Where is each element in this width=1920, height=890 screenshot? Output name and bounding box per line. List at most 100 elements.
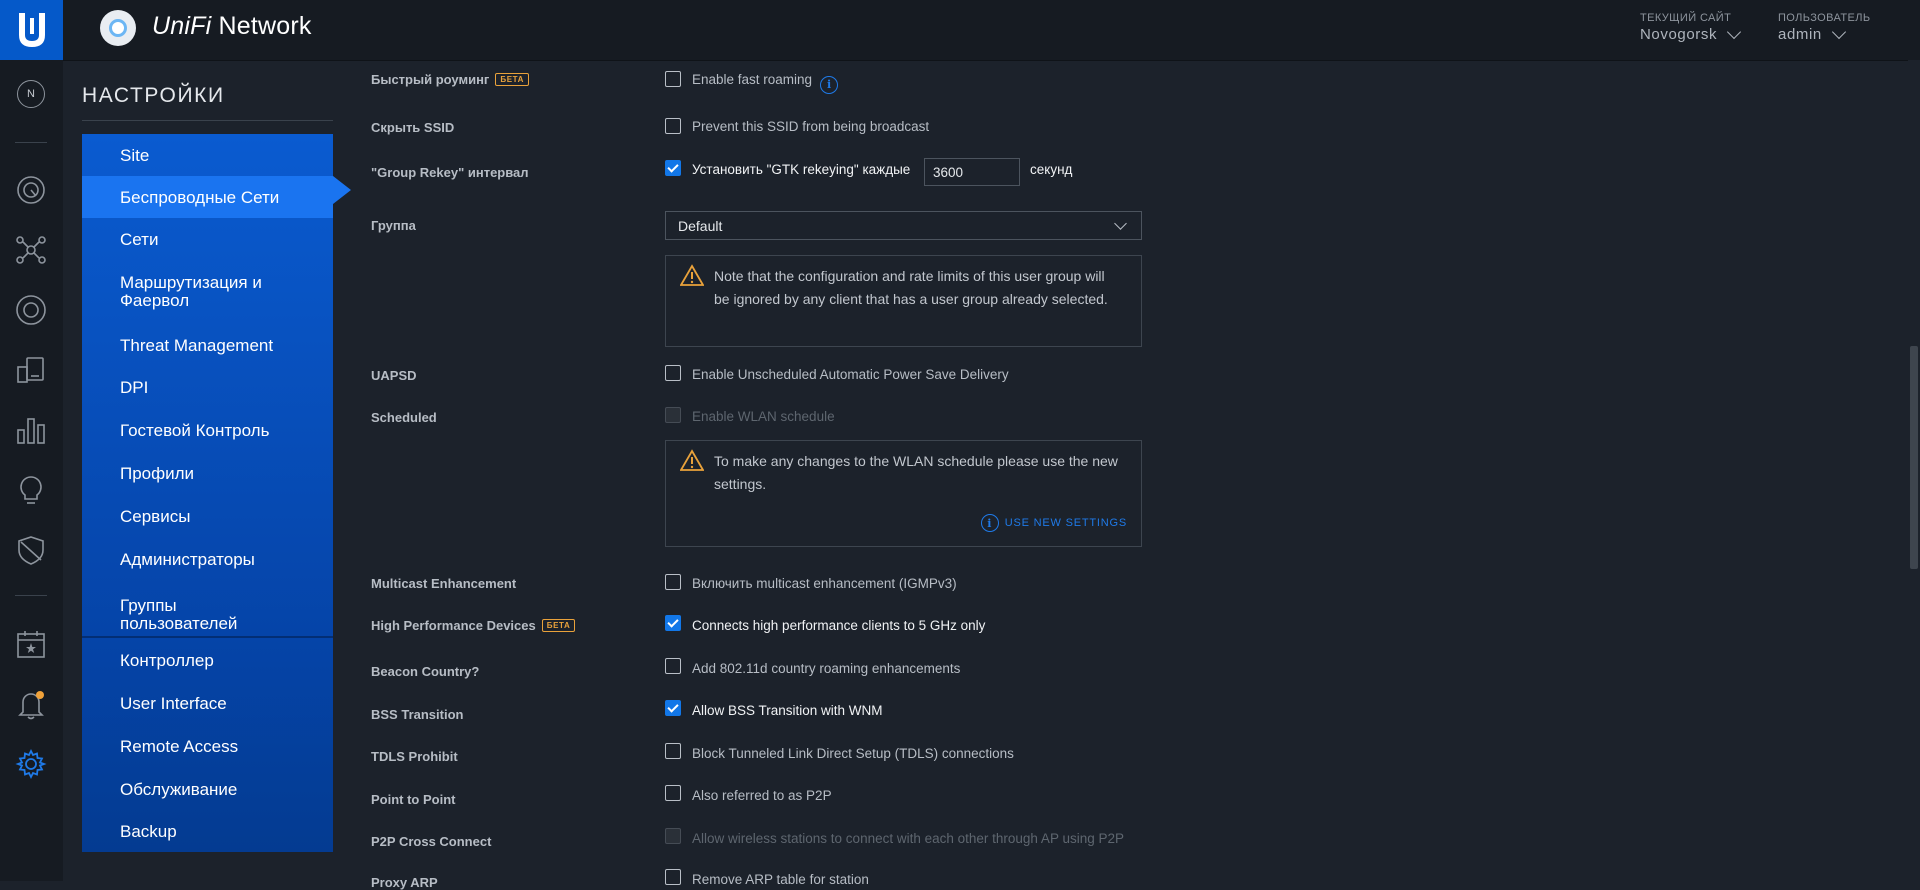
tdls-label: TDLS Prohibit [371, 749, 458, 764]
nav-item-controller[interactable]: Контроллер [82, 639, 333, 681]
ubiquiti-logo[interactable] [0, 0, 63, 60]
threat-shield-icon[interactable] [13, 532, 49, 568]
high-perf-label: High Performance Devices БЕТА [371, 618, 576, 633]
site-badge[interactable]: N [13, 76, 49, 112]
multicast-option: Включить multicast enhancement (IGMPv3) [692, 576, 957, 591]
topology-icon[interactable] [13, 232, 49, 268]
group-rekey-label: "Group Rekey" интервал [371, 165, 529, 180]
chevron-down-icon [1114, 217, 1127, 230]
beacon-country-option: Add 802.11d country roaming enhancements [692, 661, 961, 676]
unifi-app-icon [100, 10, 136, 46]
nav-item-wireless-networks[interactable]: Беспроводные Сети [82, 176, 333, 218]
group-rekey-checkbox[interactable] [665, 160, 681, 176]
nav-divider [82, 636, 333, 638]
chevron-down-icon [1727, 24, 1742, 40]
schedule-warning-text: To make any changes to the WLAN schedule… [714, 453, 1118, 492]
fast-roaming-label: Быстрый роуминг БЕТА [371, 72, 529, 87]
dashboard-icon[interactable] [13, 172, 49, 208]
fast-roaming-option: Enable fast roaming i [692, 72, 839, 94]
nav-item-networks[interactable]: Сети [82, 218, 333, 260]
wlan-schedule-option: Enable WLAN schedule [692, 409, 835, 424]
statistics-icon[interactable] [13, 412, 49, 448]
use-new-settings-link[interactable]: i USE NEW SETTINGS [980, 514, 1127, 532]
info-icon: i [980, 514, 999, 532]
rekey-unit: секунд [1030, 162, 1073, 177]
warning-icon [680, 264, 704, 286]
nav-item-profiles[interactable]: Профили [82, 452, 333, 494]
uapsd-label: UAPSD [371, 368, 417, 383]
warning-icon [680, 449, 704, 471]
nav-item-routing-firewall[interactable]: Маршрутизация и Фаервол [82, 260, 312, 324]
uapsd-option: Enable Unscheduled Automatic Power Save … [692, 367, 1009, 382]
group-label: Группа [371, 218, 416, 233]
multicast-label: Multicast Enhancement [371, 576, 517, 591]
nav-item-guest-control[interactable]: Гостевой Контроль [82, 408, 333, 452]
proxy-arp-option: Remove ARP table for station [692, 872, 869, 887]
hide-ssid-option: Prevent this SSID from being broadcast [692, 119, 930, 134]
nav-item-remote-access[interactable]: Remote Access [82, 725, 333, 767]
user-group-select[interactable]: Default [665, 211, 1142, 240]
bss-transition-label: BSS Transition [371, 707, 464, 722]
tdls-checkbox[interactable] [665, 743, 681, 759]
rail-divider [15, 142, 47, 143]
settings-nav: Site Беспроводные Сети Сети Маршрутизаци… [82, 134, 333, 852]
app-title: UniFi Network [152, 12, 312, 40]
tdls-option: Block Tunneled Link Direct Setup (TDLS) … [692, 746, 1014, 761]
wlan-schedule-checkbox[interactable] [665, 407, 681, 423]
user-menu[interactable]: ПОЛЬЗОВАТЕЛЬ admin [1778, 12, 1870, 43]
nav-item-services[interactable]: Сервисы [82, 494, 333, 538]
nav-item-maintenance[interactable]: Обслуживание [82, 767, 333, 811]
gtk-rekey-interval-input[interactable] [924, 158, 1020, 186]
uapsd-checkbox[interactable] [665, 365, 681, 381]
beta-badge: БЕТА [541, 619, 576, 632]
p2p-checkbox[interactable] [665, 785, 681, 801]
nav-item-backup[interactable]: Backup [82, 811, 333, 852]
p2p-option: Also referred to as P2P [692, 788, 832, 803]
info-icon[interactable]: i [820, 75, 839, 94]
p2p-label: Point to Point [371, 792, 456, 807]
site-selector[interactable]: ТЕКУЩИЙ САЙТ Novogorsk [1640, 12, 1742, 43]
site-caption: ТЕКУЩИЙ САЙТ [1640, 12, 1732, 24]
alerts-bell-icon[interactable] [13, 686, 49, 722]
insights-icon[interactable] [13, 472, 49, 508]
high-perf-option: Connects high performance clients to 5 G… [692, 618, 986, 633]
beta-badge: БЕТА [495, 73, 529, 86]
clients-icon[interactable] [13, 352, 49, 388]
settings-gear-icon[interactable] [13, 746, 49, 782]
rail-divider [15, 595, 47, 596]
ubiquiti-u-icon [18, 13, 45, 47]
proxy-arp-checkbox[interactable] [665, 869, 681, 885]
group-warning-text: Note that the configuration and rate lim… [714, 268, 1108, 307]
scheduled-label: Scheduled [371, 410, 437, 425]
p2p-cross-label: P2P Cross Connect [371, 834, 492, 849]
active-nav-pointer [333, 176, 351, 204]
multicast-checkbox[interactable] [665, 574, 681, 590]
beacon-country-checkbox[interactable] [665, 658, 681, 674]
user-value: admin [1778, 26, 1822, 43]
nav-item-admins[interactable]: Администраторы [82, 538, 333, 580]
group-warning-box: Note that the configuration and rate lim… [665, 255, 1142, 347]
nav-item-threat-management[interactable]: Threat Management [82, 324, 333, 366]
schedule-warning-box: To make any changes to the WLAN schedule… [665, 440, 1142, 547]
p2p-cross-option: Allow wireless stations to connect with … [692, 831, 1124, 846]
nav-item-site[interactable]: Site [82, 134, 333, 176]
hide-ssid-checkbox[interactable] [665, 118, 681, 134]
nav-item-dpi[interactable]: DPI [82, 366, 333, 408]
devices-icon[interactable] [13, 292, 49, 328]
events-calendar-icon[interactable] [13, 626, 49, 662]
hide-ssid-label: Скрыть SSID [371, 120, 455, 135]
settings-title-divider [82, 120, 333, 121]
bss-transition-checkbox[interactable] [665, 700, 681, 716]
settings-title: НАСТРОЙКИ [82, 84, 225, 107]
site-value: Novogorsk [1640, 26, 1718, 43]
high-perf-checkbox[interactable] [665, 615, 681, 631]
p2p-cross-checkbox[interactable] [665, 828, 681, 844]
user-caption: ПОЛЬЗОВАТЕЛЬ [1778, 12, 1871, 24]
scrollbar-thumb[interactable] [1910, 346, 1918, 569]
fast-roaming-checkbox[interactable] [665, 71, 681, 87]
top-bar: UniFi Network ТЕКУЩИЙ САЙТ Novogorsk ПОЛ… [0, 0, 1920, 61]
group-rekey-option: Установить "GTK rekeying" каждые [692, 162, 911, 177]
chevron-down-icon [1831, 24, 1846, 40]
nav-item-user-interface[interactable]: User Interface [82, 681, 333, 725]
user-group-selected: Default [678, 217, 723, 234]
